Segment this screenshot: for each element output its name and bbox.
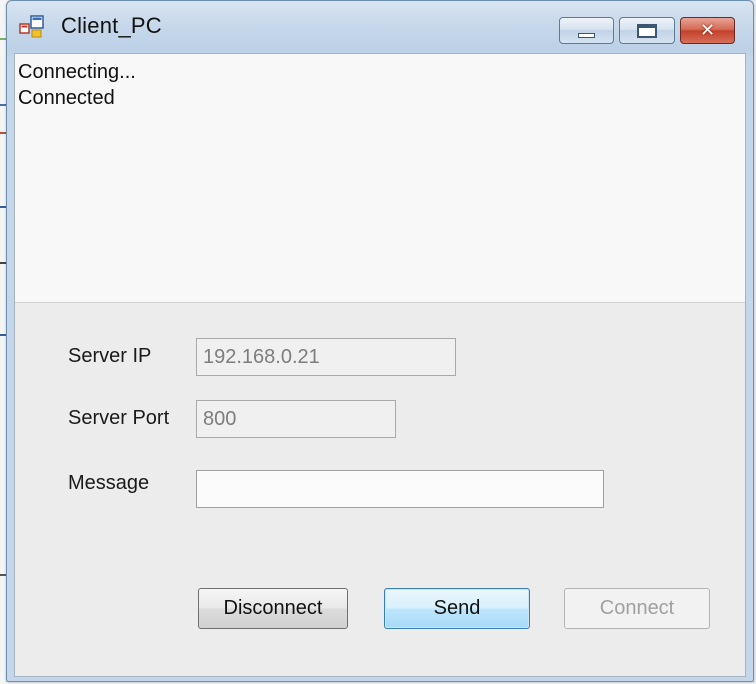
close-button[interactable]: ✕	[680, 17, 735, 44]
maximize-icon	[637, 24, 657, 38]
minimize-icon	[578, 33, 595, 38]
message-label: Message	[68, 472, 150, 494]
client-pc-window: Client_PC ✕ Connecting... Connected Serv…	[6, 0, 754, 682]
app-windows-icon[interactable]	[19, 14, 45, 38]
connect-button[interactable]: Connect	[564, 588, 710, 629]
message-input[interactable]	[196, 470, 604, 508]
log-textbox[interactable]: Connecting... Connected	[15, 54, 745, 303]
maximize-button[interactable]	[619, 17, 675, 44]
title-bar[interactable]: Client_PC ✕	[7, 1, 753, 53]
server-port-field[interactable]: 800	[196, 400, 396, 438]
send-button[interactable]: Send	[384, 588, 530, 629]
client-area: Connecting... Connected Server IP 192.16…	[14, 53, 746, 677]
window-title: Client_PC	[61, 13, 162, 38]
server-ip-label: Server IP	[68, 345, 152, 367]
server-ip-field[interactable]: 192.168.0.21	[196, 338, 456, 376]
close-icon: ✕	[699, 20, 716, 41]
disconnect-button[interactable]: Disconnect	[198, 588, 348, 629]
minimize-button[interactable]	[559, 17, 614, 44]
server-port-label: Server Port	[68, 407, 170, 429]
log-line: Connected	[18, 87, 115, 109]
log-line: Connecting...	[18, 61, 136, 83]
